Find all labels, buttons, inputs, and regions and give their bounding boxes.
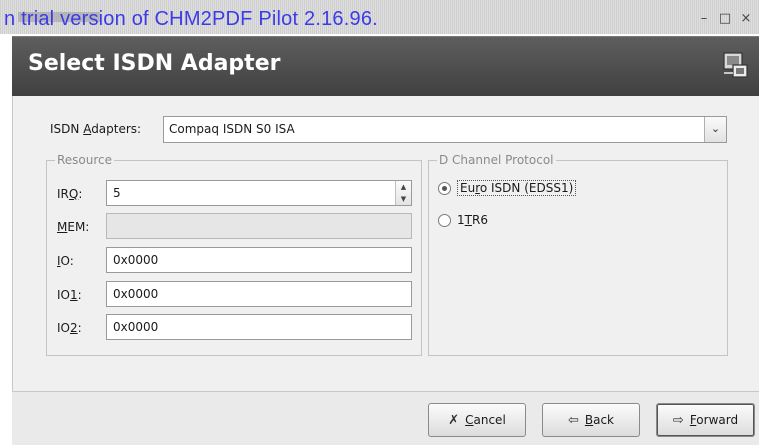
io2-label: IO2: <box>57 321 82 335</box>
mem-label: MEM: <box>57 220 90 234</box>
irq-spinbox[interactable]: 5 ▲ ▼ <box>106 180 412 206</box>
euro-isdn-label: Euro ISDN (EDSS1) <box>457 180 577 196</box>
chevron-down-icon[interactable]: ⌄ <box>704 117 726 142</box>
adapters-label: ISDN Adapters: <box>50 122 142 136</box>
radio-euro-isdn[interactable]: Euro ISDN (EDSS1) <box>438 180 577 196</box>
radio-unselected-icon[interactable] <box>438 213 451 227</box>
cancel-icon: ✗ <box>448 412 460 428</box>
1tr6-label: 1TR6 <box>457 213 488 227</box>
dialog-header: Select ISDN Adapter <box>12 36 759 96</box>
irq-label: IRQ: <box>57 187 83 201</box>
io1-field[interactable]: 0x0000 <box>106 281 412 307</box>
io2-field[interactable]: 0x0000 <box>106 314 412 340</box>
io-label: IO: <box>57 254 74 268</box>
minimize-button[interactable]: – <box>695 10 713 28</box>
back-label: Back <box>584 413 615 427</box>
watermark-text: n trial version of CHM2PDF Pilot 2.16.96… <box>4 8 378 30</box>
cancel-label: Cancel <box>465 413 506 427</box>
forward-button[interactable]: ⇨ Forward <box>656 403 755 437</box>
window-titlebar: n trial version of CHM2PDF Pilot 2.16.96… <box>0 0 759 34</box>
resource-legend: Resource <box>55 153 115 167</box>
adapters-value: Compaq ISDN S0 ISA <box>169 122 295 136</box>
mem-field <box>106 213 412 239</box>
maximize-button[interactable]: □ <box>716 10 734 28</box>
button-bar <box>12 392 759 445</box>
network-card-icon <box>723 52 748 78</box>
forward-arrow-icon: ⇨ <box>672 412 684 428</box>
page-title: Select ISDN Adapter <box>28 51 281 76</box>
radio-1tr6[interactable]: 1TR6 <box>438 213 488 227</box>
io1-label: IO1: <box>57 288 82 302</box>
radio-selected-icon[interactable] <box>438 181 451 195</box>
back-arrow-icon: ⇦ <box>567 412 579 428</box>
adapters-combobox[interactable]: Compaq ISDN S0 ISA ⌄ <box>163 116 727 143</box>
cancel-button[interactable]: ✗ Cancel <box>428 403 526 437</box>
irq-spinner[interactable]: ▲ ▼ <box>395 181 411 205</box>
io-field[interactable]: 0x0000 <box>106 247 412 273</box>
close-button[interactable]: × <box>737 10 755 28</box>
back-button[interactable]: ⇦ Back <box>542 403 640 437</box>
d-channel-protocol-legend: D Channel Protocol <box>437 153 556 167</box>
forward-label: Forward <box>689 413 739 427</box>
